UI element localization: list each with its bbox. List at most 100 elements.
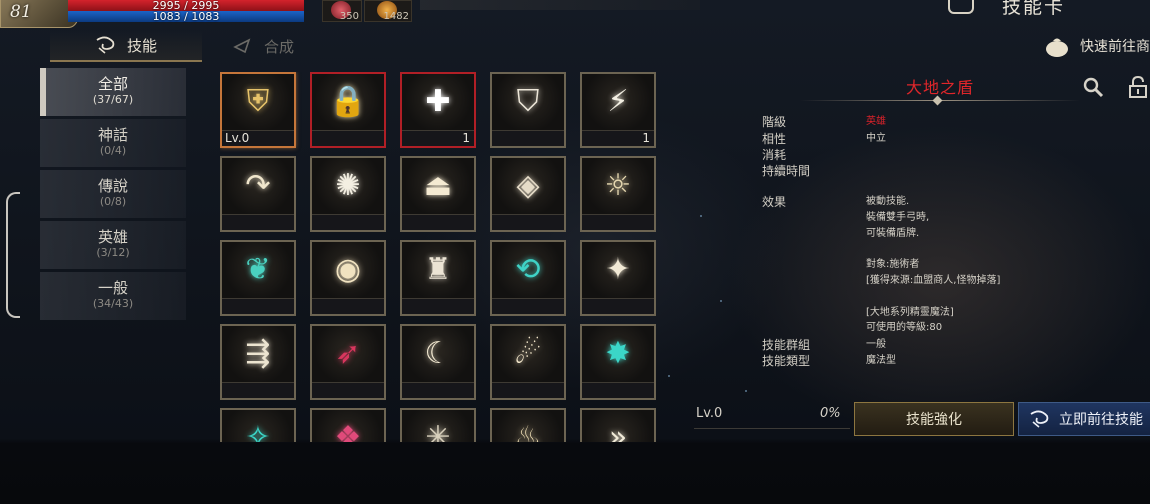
quick-shop-label: 快速前往商 [1080,39,1150,55]
skill-slot[interactable]: ✦ [580,240,656,316]
skill-slot[interactable]: ♨ [490,408,566,442]
effect-label: 效果 [762,195,787,209]
skill-swirl-icon [96,36,115,54]
skill-count: 1 [462,131,470,145]
skill-label-bar [312,298,384,314]
skill-slot[interactable]: ⏏ [400,156,476,232]
skill-slot[interactable]: ✧ [220,408,296,442]
tab-synthesis[interactable]: 合成 [232,30,294,62]
rank-label: 階級 [762,115,787,129]
lock-icon[interactable] [1128,76,1148,98]
side-drawer-handle[interactable] [6,192,20,318]
sparkle-ground-icon: ✦ [605,252,631,287]
enhance-level: Lv.0 [696,406,723,421]
money-bag-icon [1046,38,1068,57]
skill-art: ✚ [402,74,474,130]
skill-slot[interactable]: ❖ [310,408,386,442]
skill-slot[interactable]: ☾ [400,324,476,400]
category-all[interactable]: 全部 (37/67) [40,68,186,116]
skill-label-bar [582,382,654,398]
search-icon[interactable] [1082,76,1104,98]
skill-slot[interactable]: ❦ [220,240,296,316]
skill-detail-panel: 大地之盾 階級 英雄 相性 中立 消耗 持續時間 效果 被動技能. 裝備雙手弓時… [690,66,1150,442]
top-hud: 81 2995 / 2995 1083 / 1083 350 1482 技能卡 [0,0,1150,30]
skill-label-bar [492,130,564,146]
skill-art: ⛉ [492,74,564,130]
skill-art: ✸ [582,326,654,382]
teal-leaf-icon: ❦ [245,252,271,287]
skill-slot[interactable]: ✚ 1 [400,72,476,148]
potion-slot-1[interactable]: 350 [322,0,362,22]
quick-shop-link[interactable]: 快速前往商 [1042,30,1150,62]
pillar-icon: ♜ [424,252,452,287]
skill-art: ♜ [402,242,474,298]
category-hero[interactable]: 英雄 (3/12) [40,221,186,269]
skill-slot[interactable]: ✺ [310,156,386,232]
chevrons-icon: » [608,420,628,443]
skill-slot[interactable]: ⛉ [490,72,566,148]
skill-art: ☼ [582,158,654,214]
enhance-button[interactable]: 技能強化 [854,402,1014,436]
sparkle [700,215,702,217]
skill-slot[interactable]: ◉ [310,240,386,316]
skill-name: 大地之盾 [905,78,974,97]
skill-grid: ⛨ Lv.0 🔒 ✚ 1 ⛉ ⚡ 1 ↷ ✺ ⏏ ◈ ☼ ❦ ◉ ♜ ⟲ ✦ ⇶ ➶ ☾ ☄ ✸ ✧ ❖ ✳ ♨» [220,72,660,442]
skill-group-label: 技能群組 [762,338,811,352]
skill-label-bar [492,214,564,230]
skill-slot[interactable]: ⟲ [490,240,566,316]
skill-art: ⏏ [402,158,474,214]
potion-2-count: 1482 [383,11,409,22]
potion-1-count: 350 [339,11,359,22]
character-level: 81 [10,2,32,22]
goto-skill-button[interactable]: 立即前往技能 [1018,402,1150,436]
tab-skills-label: 技能 [126,36,157,55]
enhance-percent: 0% [820,406,841,421]
category-count: (34/43) [92,297,134,310]
skill-label-bar [402,214,474,230]
skill-slot[interactable]: ↷ [220,156,296,232]
skill-slot[interactable]: ✳ [400,408,476,442]
teal-sparkle-icon: ✧ [245,420,271,443]
skill-slot[interactable]: ⇶ [220,324,296,400]
skill-label-bar [222,382,294,398]
skill-art: ◈ [492,158,564,214]
shield-icon: ⛉ [516,84,540,119]
potion-slot-2[interactable]: 1482 [364,0,412,22]
mp-text: 1083 / 1083 [152,10,220,23]
split-arrows-icon: ⇶ [245,336,271,371]
skill-label-bar [222,298,294,314]
skill-slot[interactable]: ☄ [490,324,566,400]
skill-slot[interactable]: 🔒 [310,72,386,148]
tab-synthesis-label: 合成 [264,37,295,56]
effect-description: 被動技能. 裝備雙手弓時, 可裝備盾牌. 對象:施術者 [獲得來源:血盟商人,怪… [866,196,1001,334]
skill-label-bar [312,382,384,398]
skill-slot[interactable]: ➶ [310,324,386,400]
skill-label-bar [492,298,564,314]
category-name: 一般 [97,279,128,297]
skill-slot[interactable]: ☼ [580,156,656,232]
category-legendary[interactable]: 傳說 (0/8) [40,170,186,218]
skill-slot[interactable]: ♜ [400,240,476,316]
category-name: 傳說 [97,177,128,195]
flame-icon: ♨ [514,420,542,443]
cost-label: 消耗 [762,148,787,162]
swirl-plus-icon: ✚ [425,84,451,119]
skill-art: ⚡ [582,74,654,130]
category-normal[interactable]: 一般 (34/43) [40,272,186,320]
skill-slot[interactable]: ⚡ 1 [580,72,656,148]
skill-slot[interactable]: ◈ [490,156,566,232]
category-mythic[interactable]: 神話 (0/4) [40,119,186,167]
tab-bar: 技能 合成 快速前往商 [0,30,1150,62]
eye-icon: ◈ [516,168,540,203]
sparkle [745,390,747,392]
skill-type-label: 技能類型 [762,354,811,368]
skill-art: » [582,410,654,442]
skill-slot[interactable]: ⛨ Lv.0 [220,72,296,148]
skill-art: ✳ [402,410,474,442]
skill-label-bar [582,298,654,314]
skill-slot[interactable]: » [580,408,656,442]
skill-slot[interactable]: ✸ [580,324,656,400]
tab-skills[interactable]: 技能 [50,30,202,62]
category-name: 英雄 [97,228,128,246]
category-count: (37/67) [92,93,134,106]
